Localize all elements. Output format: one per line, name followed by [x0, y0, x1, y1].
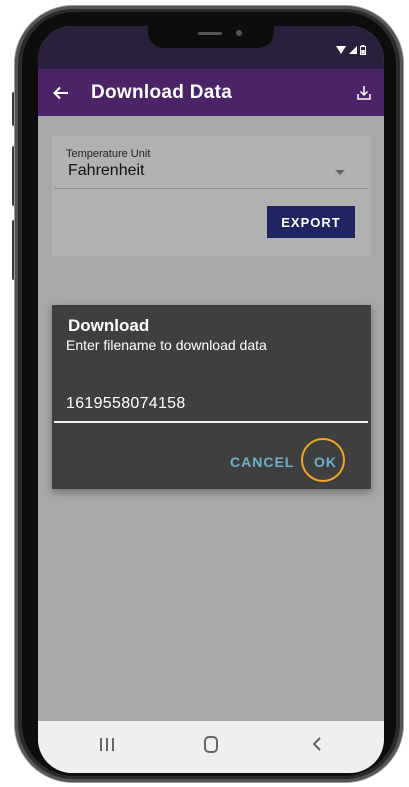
nav-back-button[interactable] [312, 736, 322, 757]
field-underline [54, 188, 368, 189]
ok-highlight-circle [301, 438, 345, 482]
recents-icon [112, 738, 114, 751]
filename-input[interactable]: 1619558074158 [66, 395, 186, 413]
download-icon [357, 86, 371, 100]
back-icon [312, 737, 321, 751]
temperature-unit-label: Temperature Unit [66, 148, 151, 160]
app-screen: Download Data Temperature Unit Fahrenhei… [38, 26, 384, 773]
arrow-left-icon [53, 86, 68, 99]
home-button[interactable] [204, 736, 218, 753]
dropdown-arrow-icon[interactable] [335, 170, 345, 175]
wifi-icon [336, 46, 346, 54]
front-camera [236, 30, 242, 36]
signal-icon [349, 46, 357, 54]
app-bar: Download Data [38, 69, 384, 116]
export-button[interactable]: EXPORT [267, 206, 355, 238]
status-icons [336, 44, 366, 56]
camera-notch [148, 26, 274, 48]
recents-button[interactable] [100, 738, 114, 751]
page-title: Download Data [91, 81, 233, 103]
settings-card: Temperature Unit Fahrenheit EXPORT [52, 136, 371, 256]
navigation-bar [38, 721, 384, 773]
dialog-title: Download [68, 316, 150, 335]
battery-icon [360, 45, 366, 55]
recents-icon [106, 738, 108, 751]
temperature-unit-select[interactable]: Fahrenheit [68, 162, 145, 180]
recents-icon [100, 738, 102, 751]
dialog-message: Enter filename to download data [66, 337, 267, 353]
cancel-button[interactable]: CANCEL [230, 454, 294, 470]
back-button[interactable] [41, 69, 81, 116]
speaker-grille [198, 32, 222, 35]
filename-input-underline [54, 421, 368, 423]
download-dialog: Download Enter filename to download data… [52, 305, 371, 489]
status-bar [38, 26, 384, 69]
download-button[interactable] [354, 83, 374, 103]
